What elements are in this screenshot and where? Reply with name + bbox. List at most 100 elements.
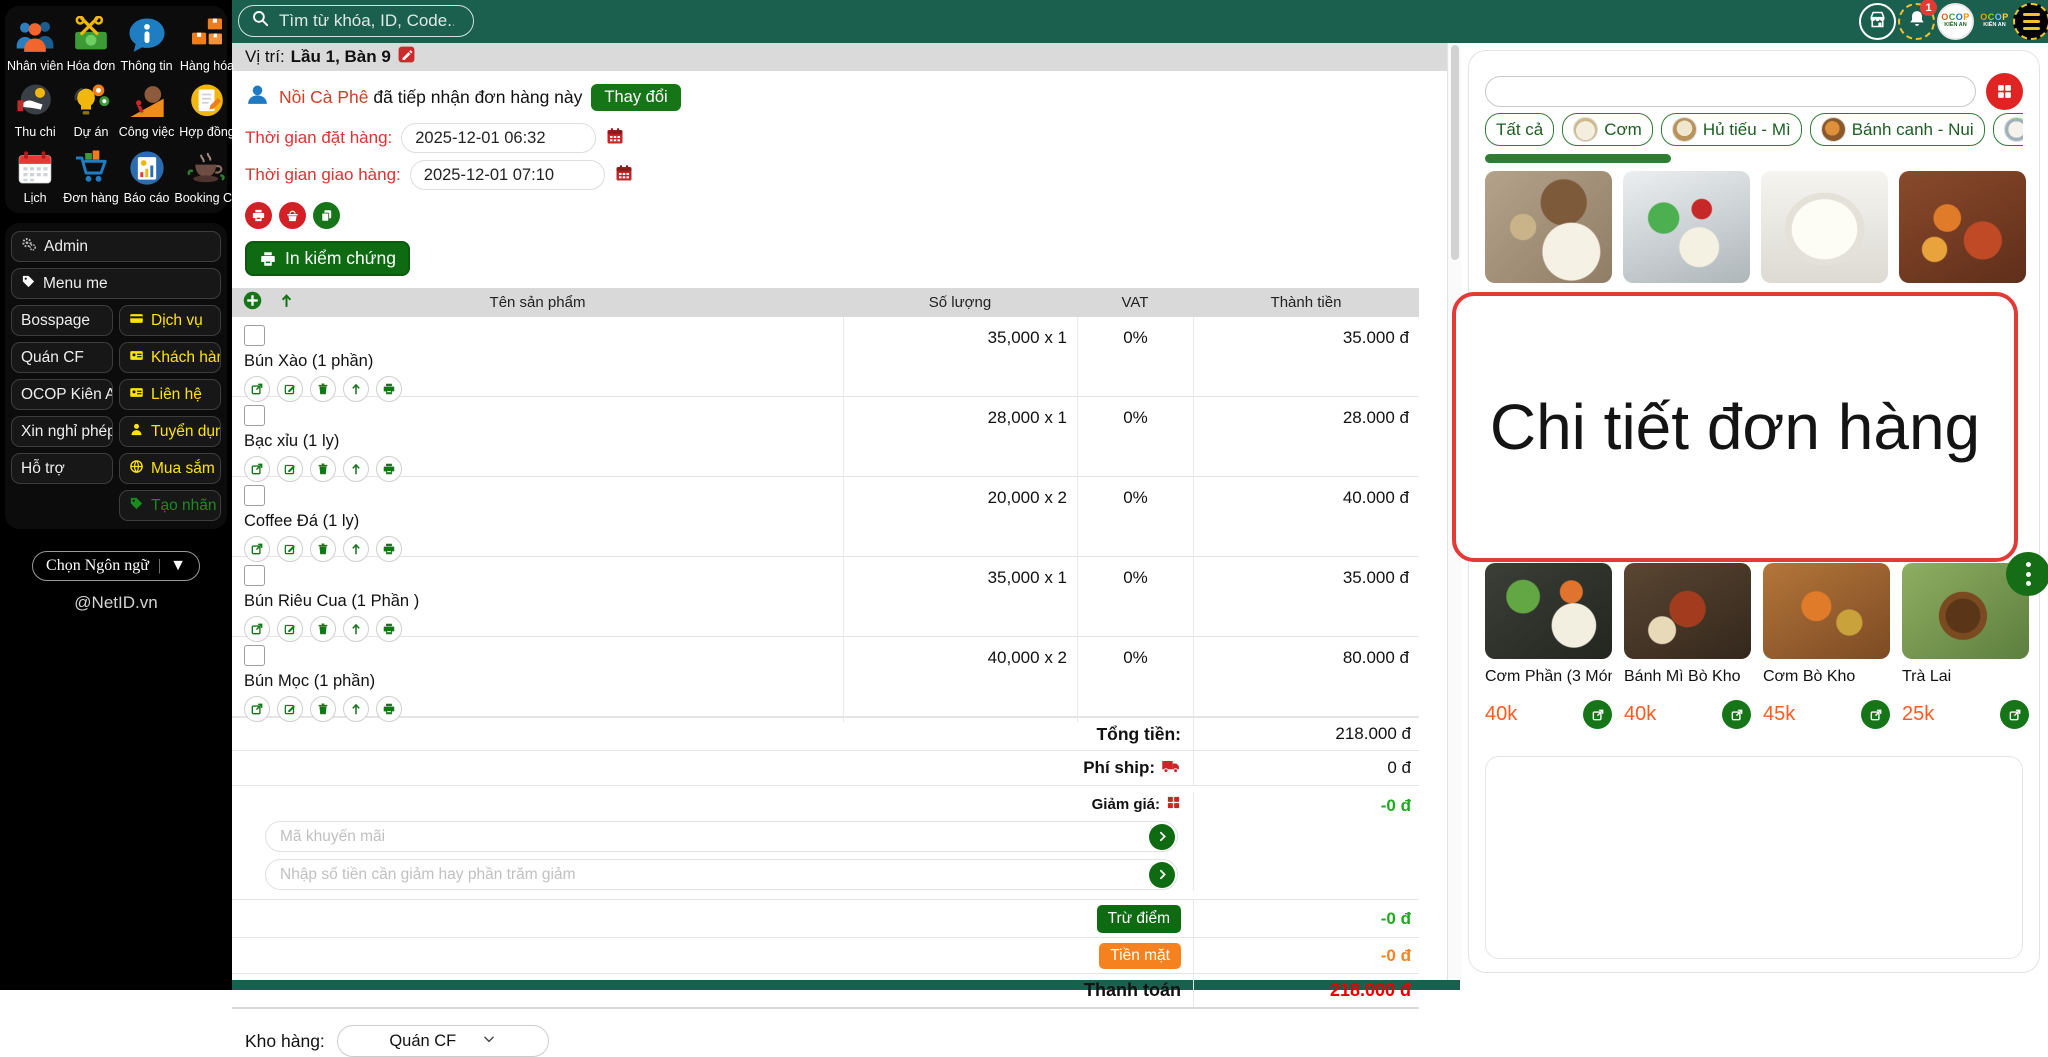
row-checkbox[interactable]: [244, 565, 265, 586]
row-checkbox[interactable]: [244, 645, 265, 666]
id-card-icon: [129, 385, 144, 405]
copy-order-button[interactable]: [313, 202, 340, 229]
hamburger-menu-button[interactable]: [2013, 3, 2048, 40]
deduct-points-button[interactable]: Trừ điểm: [1097, 905, 1181, 933]
income-icon: [15, 82, 55, 122]
serve-food-button[interactable]: [279, 202, 306, 229]
apply-promo-button[interactable]: [1149, 824, 1175, 850]
food-photo-lunchbox[interactable]: [1623, 171, 1750, 283]
ocop-logo-badge[interactable]: OCOP KIÊN AN: [1937, 3, 1974, 40]
calendar-icon[interactable]: [614, 163, 634, 188]
ocop-avatar[interactable]: OCOP KIÊN AN: [1976, 3, 2013, 40]
sidebar-item-ocop-kien-an[interactable]: OCOP Kiên An: [11, 379, 113, 410]
delivery-time-input[interactable]: [410, 160, 605, 190]
order-time-label: Thời gian đặt hàng:: [245, 128, 392, 148]
product-vat: 0%: [1077, 557, 1193, 642]
app-thu-chi[interactable]: Thu chi: [7, 82, 63, 139]
truck-icon[interactable]: [1161, 756, 1181, 781]
app-bao-cao[interactable]: Báo cáo: [119, 148, 175, 205]
calendar-icon[interactable]: [605, 126, 625, 151]
promo-code-input[interactable]: [265, 821, 1178, 852]
row-checkbox[interactable]: [244, 325, 265, 346]
print-kitchen-button[interactable]: [245, 202, 272, 229]
row-checkbox[interactable]: [244, 405, 265, 426]
sort-up-button[interactable]: [278, 292, 295, 313]
category-com[interactable]: Cơm: [1562, 113, 1653, 146]
person-icon: [129, 422, 144, 442]
language-selector[interactable]: Chọn Ngôn ngữ | ▼: [32, 551, 200, 581]
delete-item-button[interactable]: [310, 696, 336, 722]
app-thong-tin[interactable]: Thông tin: [119, 16, 175, 73]
add-product-button[interactable]: [2000, 700, 2029, 729]
edit-item-button[interactable]: [277, 696, 303, 722]
sidebar-item-bosspage[interactable]: Bosspage: [11, 305, 113, 336]
print-item-button[interactable]: [376, 696, 402, 722]
edit-location-icon[interactable]: [397, 45, 416, 69]
cash-button[interactable]: Tiền mặt: [1099, 943, 1181, 969]
food-photo-rice-bowl[interactable]: [1761, 171, 1888, 283]
add-product-button[interactable]: [1861, 700, 1890, 729]
assignee-name: Nồi Cà Phê: [279, 87, 369, 107]
add-product-button[interactable]: [1722, 700, 1751, 729]
food-photo-stew[interactable]: [1899, 171, 2026, 283]
app-nhan-vien[interactable]: Nhân viên: [7, 16, 63, 73]
app-lich[interactable]: Lịch: [7, 148, 63, 205]
add-item-button[interactable]: [242, 290, 263, 315]
scrollbar-thumb[interactable]: [1451, 45, 1459, 260]
food-photo-bento[interactable]: [1485, 171, 1612, 283]
add-product-button[interactable]: [1583, 700, 1612, 729]
ellipsis-icon: [2026, 562, 2031, 567]
discount-grid-icon[interactable]: [1166, 795, 1181, 814]
sidebar-item-xin-nghi-phep[interactable]: Xin nghỉ phép: [11, 416, 113, 447]
sidebar-item-dich-vu[interactable]: Dịch vụ: [119, 305, 221, 336]
product-card[interactable]: Cơm Phần (3 Món) 40k: [1485, 563, 1612, 729]
sidebar-item-tao-nhan[interactable]: Tạo nhãn: [119, 490, 221, 521]
global-search[interactable]: [238, 5, 474, 37]
sidebar-item-admin[interactable]: Admin: [11, 231, 221, 262]
sidebar-item-ho-tro[interactable]: Hỗ trợ: [11, 453, 113, 484]
sidebar-item-khach-hang[interactable]: Khách hàng: [119, 342, 221, 373]
category-bun[interactable]: Bún: [1993, 113, 2023, 146]
apply-discount-button[interactable]: [1149, 862, 1175, 888]
app-du-an[interactable]: Dự án: [63, 82, 118, 139]
warehouse-select[interactable]: Quán CF: [337, 1025, 549, 1057]
manual-discount-input[interactable]: [265, 859, 1178, 890]
product-card[interactable]: Cơm Bò Kho 45k: [1763, 563, 1890, 729]
ocop-avatar-subtitle: KIÊN AN: [1983, 22, 2005, 30]
app-cong-viec[interactable]: Công việc: [119, 82, 175, 139]
print-check-button[interactable]: In kiểm chứng: [245, 241, 410, 276]
category-banh-canh-nui[interactable]: Bánh canh - Nui: [1810, 113, 1985, 146]
category-tat-ca[interactable]: Tất cả: [1485, 113, 1554, 146]
app-hang-hoa[interactable]: Hàng hóa: [174, 16, 239, 73]
sidebar-item-lien-he[interactable]: Liên hệ: [119, 379, 221, 410]
col-name-header: Tên sản phẩm: [490, 294, 586, 311]
open-item-button[interactable]: [244, 696, 270, 722]
product-card-name: Trà Lai: [1902, 668, 2029, 686]
assignee-text: đã tiếp nhận đơn hàng này: [373, 87, 582, 107]
store-button[interactable]: [1859, 3, 1896, 40]
product-card[interactable]: Bánh Mì Bò Kho 40k: [1624, 563, 1751, 729]
search-input[interactable]: [279, 11, 454, 31]
app-don-hang[interactable]: Đơn hàng: [63, 148, 118, 205]
move-up-item-button[interactable]: [343, 696, 369, 722]
menu-search-input[interactable]: [1485, 76, 1976, 107]
app-hoa-don[interactable]: Hóa đơn: [63, 16, 118, 73]
app-booking-cf[interactable]: Booking CF: [174, 148, 239, 205]
product-name: Bạc xỉu (1 ly): [244, 432, 843, 451]
sidebar-item-menu-me[interactable]: Menu me: [11, 268, 221, 299]
qr-grid-button[interactable]: [1986, 73, 2023, 110]
product-card[interactable]: Trà Lai 25k: [1902, 563, 2029, 729]
change-assignee-button[interactable]: Thay đổi: [591, 84, 680, 111]
notifications-button[interactable]: 1: [1898, 3, 1935, 40]
sidebar-item-quan-cf[interactable]: Quán CF: [11, 342, 113, 373]
sidebar-item-tuyen-dung[interactable]: Tuyển dụng: [119, 416, 221, 447]
category-hu-tieu-mi[interactable]: Hủ tiếu - Mì: [1661, 113, 1802, 146]
app-hop-dong[interactable]: Hợp đồng: [174, 82, 239, 139]
app-grid: Nhân viên Hóa đơn Thông tin Hàng hóa Thu…: [5, 6, 227, 213]
product-name: Bún Riêu Cua (1 Phần ): [244, 592, 843, 611]
more-options-button[interactable]: [2006, 552, 2048, 596]
sidebar-item-mua-sam[interactable]: Mua sắm: [119, 453, 221, 484]
chips-scrollbar[interactable]: [1485, 154, 1671, 163]
order-time-input[interactable]: [401, 123, 596, 153]
row-checkbox[interactable]: [244, 485, 265, 506]
